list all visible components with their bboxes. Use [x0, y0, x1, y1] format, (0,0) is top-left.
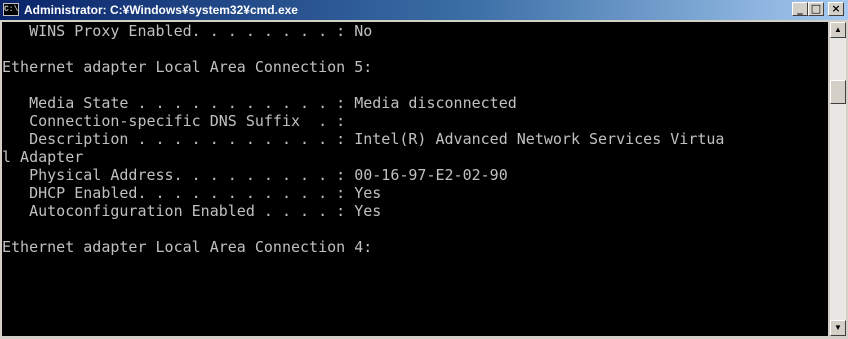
- maximize-button[interactable]: □: [808, 2, 824, 16]
- console-line: l Adapter: [2, 148, 84, 166]
- scroll-thumb[interactable]: [830, 80, 846, 104]
- console-line: WINS Proxy Enabled. . . . . . . . : No: [2, 22, 373, 40]
- close-button[interactable]: ×: [828, 2, 844, 16]
- window-title: Administrator: C:¥Windows¥system32¥cmd.e…: [24, 3, 298, 17]
- console-line: Description . . . . . . . . . . . : Inte…: [2, 130, 725, 148]
- title-bar[interactable]: C:\ Administrator: C:¥Windows¥system32¥c…: [0, 0, 848, 20]
- console-line: Ethernet adapter Local Area Connection 5…: [2, 58, 373, 76]
- console-app-icon[interactable]: C:\: [3, 3, 19, 16]
- console-line: Connection-specific DNS Suffix . :: [2, 112, 346, 130]
- cmd-window: C:\ Administrator: C:¥Windows¥system32¥c…: [0, 0, 848, 339]
- console-output[interactable]: WINS Proxy Enabled. . . . . . . . : No Et…: [2, 22, 828, 336]
- arrow-up-icon: ▲: [834, 25, 842, 34]
- vertical-scrollbar[interactable]: ▲ ▼: [830, 22, 846, 336]
- console-line: DHCP Enabled. . . . . . . . . . . : Yes: [2, 184, 382, 202]
- minimize-button[interactable]: _: [792, 2, 808, 16]
- console-line: Media State . . . . . . . . . . . : Medi…: [2, 94, 517, 112]
- arrow-down-icon: ▼: [834, 323, 842, 332]
- scroll-up-button[interactable]: ▲: [830, 22, 846, 38]
- console-line: Ethernet adapter Local Area Connection 4…: [2, 238, 373, 256]
- console-line: Physical Address. . . . . . . . . : 00-1…: [2, 166, 508, 184]
- scroll-down-button[interactable]: ▼: [830, 320, 846, 336]
- console-line: Autoconfiguration Enabled . . . . : Yes: [2, 202, 382, 220]
